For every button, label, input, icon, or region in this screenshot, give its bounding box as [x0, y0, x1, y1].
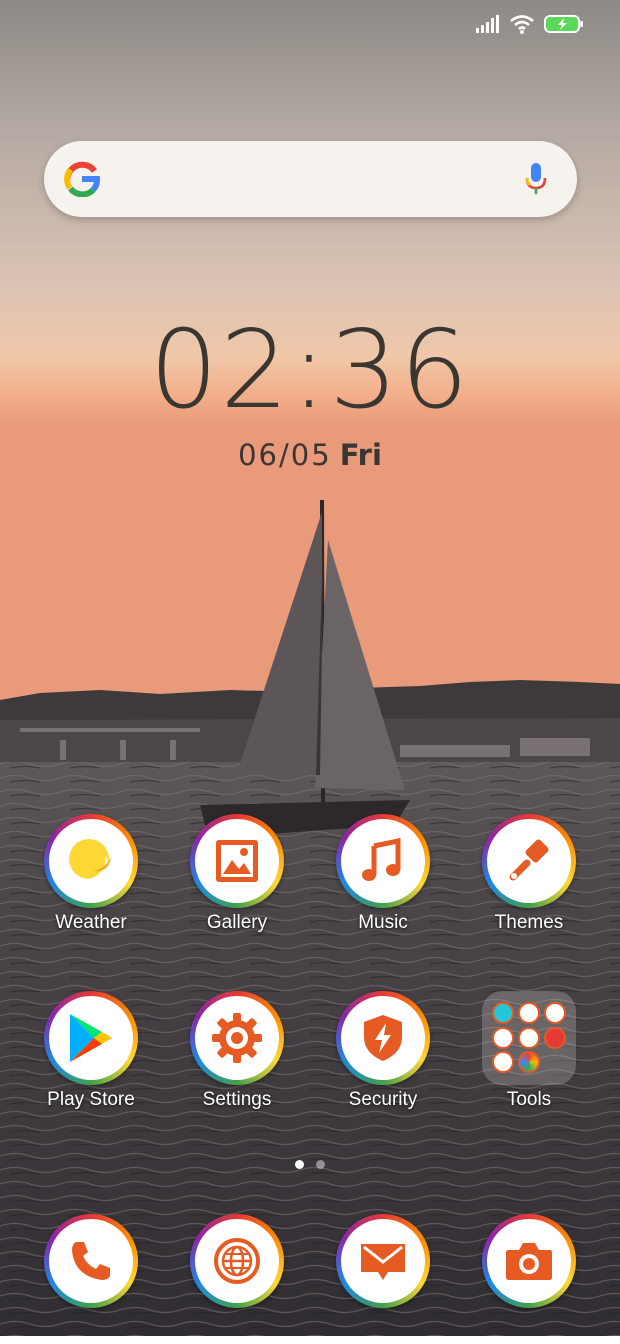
app-label: Tools: [506, 1089, 552, 1110]
app-gallery[interactable]: Gallery: [167, 814, 307, 944]
app-label: Security: [348, 1089, 418, 1110]
page-dot: [316, 1160, 325, 1169]
mini-app-icon: [518, 1051, 540, 1073]
camera-icon: [506, 1243, 552, 1280]
app-label: Music: [358, 912, 408, 933]
clock-date[interactable]: 06/05 Fri: [0, 438, 620, 472]
gear-icon: [212, 1013, 262, 1063]
google-g-icon: [64, 161, 100, 197]
browser-icon: [214, 1238, 260, 1284]
microphone-icon[interactable]: [525, 163, 547, 195]
battery-charging-icon: [544, 15, 583, 33]
page-dot-active: [295, 1160, 304, 1169]
status-bar: [476, 14, 584, 34]
date-value: 06/05: [238, 438, 332, 472]
gallery-icon: [216, 840, 258, 882]
wifi-icon: [510, 15, 534, 34]
app-label: Play Store: [47, 1089, 135, 1110]
dock-phone[interactable]: [21, 1214, 161, 1344]
weekday: Fri: [339, 438, 382, 472]
folder-icon: [482, 991, 576, 1085]
dock-messaging[interactable]: [313, 1214, 453, 1344]
app-label: Gallery: [206, 912, 268, 933]
clock-time[interactable]: 02:36: [0, 312, 620, 430]
app-settings[interactable]: Settings: [167, 991, 307, 1121]
app-label: Weather: [55, 912, 127, 933]
play-store-icon: [70, 1014, 112, 1062]
google-search-bar[interactable]: [44, 141, 577, 217]
folder-tools[interactable]: Tools: [459, 991, 599, 1121]
dock-camera[interactable]: [459, 1214, 599, 1344]
app-label: Themes: [494, 912, 564, 933]
mini-app-icon: [492, 1027, 514, 1049]
brush-icon: [509, 839, 549, 881]
mini-app-icon: [518, 1027, 540, 1049]
messaging-icon: [361, 1244, 405, 1280]
mini-app-icon: [492, 1051, 514, 1073]
phone-icon: [72, 1242, 110, 1280]
mini-app-icon: [544, 1002, 566, 1024]
app-themes[interactable]: Themes: [459, 814, 599, 944]
mini-app-icon: [544, 1027, 566, 1049]
app-label: Settings: [202, 1089, 272, 1110]
app-security[interactable]: Security: [313, 991, 453, 1121]
app-weather[interactable]: Weather: [21, 814, 161, 944]
page-indicator: [0, 1160, 620, 1169]
shield-icon: [364, 1015, 402, 1061]
weather-icon: [69, 839, 111, 881]
app-music[interactable]: Music: [313, 814, 453, 944]
app-play-store[interactable]: Play Store: [21, 991, 161, 1121]
mini-app-icon: [492, 1002, 514, 1024]
music-icon: [362, 838, 401, 881]
mini-app-icon: [518, 1002, 540, 1024]
signal-icon: [476, 15, 499, 33]
dock-browser[interactable]: [167, 1214, 307, 1344]
